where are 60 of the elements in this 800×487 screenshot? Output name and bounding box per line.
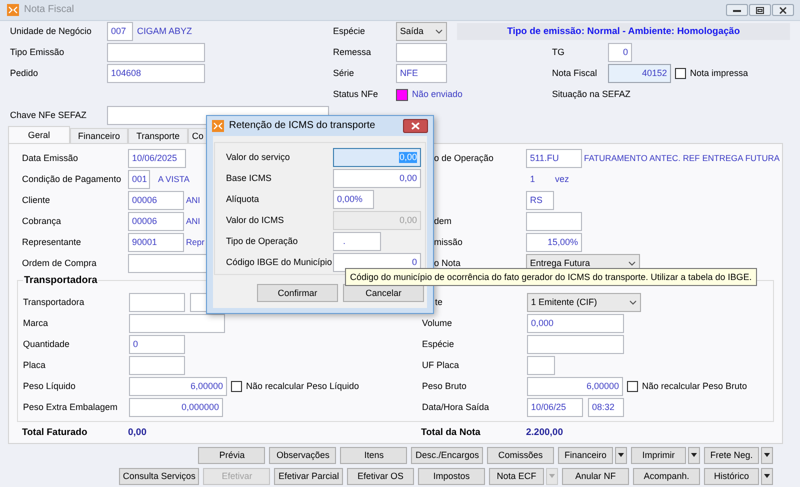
count-value: 1 (530, 174, 536, 185)
dialog-title: Retenção de ICMS do transporte (229, 120, 376, 132)
description-text: Repr (186, 237, 204, 248)
field-label: Volume (422, 318, 454, 329)
total-label: Total da Nota (421, 426, 482, 438)
field-label: UF Placa (422, 360, 460, 371)
tooltip: Código do município de ocorrência do fato gerador do ICMS do transporte. Utilizar a tabela do IBGE. (345, 268, 757, 286)
field-label: Pedido (10, 68, 40, 79)
group-title: Transportadora (23, 274, 98, 287)
field-label: TG (552, 47, 566, 58)
field-label: Unidade de Negócio (10, 26, 93, 37)
window-title: Nota Fiscal (24, 4, 74, 16)
checkbox-label: Não recalcular Peso Bruto (642, 380, 748, 392)
field-label: Quantidade (23, 338, 71, 350)
field-label: Tipo Emissão (10, 47, 66, 58)
unit-text: vez (555, 174, 570, 185)
field-label: Série (333, 68, 356, 79)
field-label: o Nota (433, 258, 462, 269)
field-label: Valor do ICMS (226, 215, 285, 226)
field-label: Tipo de Operação (226, 236, 299, 247)
field-label: Representante (22, 237, 82, 248)
field-label: Data/Hora Saída (422, 402, 490, 413)
field-label: Espécie (333, 26, 366, 37)
field-label: dem (433, 216, 453, 227)
total-value: 2.200,00 (526, 426, 563, 438)
field-label: o de Operação (433, 153, 495, 164)
field-label: Espécie (422, 338, 456, 350)
field-label: Peso Bruto (422, 380, 468, 392)
field-label: Transportadora (23, 296, 86, 308)
description-text: A VISTA (158, 174, 190, 185)
field-label: Cobrança (22, 216, 62, 227)
total-value: 0,00 (128, 426, 146, 438)
description-text: ANI (186, 195, 200, 206)
field-label: Valor do serviço (226, 152, 291, 163)
field-label: Data Emissão (22, 153, 80, 164)
field-label: Código IBGE do Município (226, 257, 333, 268)
checkbox-label: Não recalcular Peso Líquido (246, 380, 360, 392)
business-unit-name: CIGAM ABYZ (137, 26, 192, 37)
field-label: Cliente (22, 195, 52, 206)
field-label: Alíquota (226, 194, 260, 205)
emission-banner: Tipo de emissão: Normal - Ambiente: Homologação (457, 23, 790, 40)
total-label: Total Faturado (22, 426, 88, 438)
field-label: te (434, 296, 444, 308)
field-label: Chave NFe SEFAZ (10, 110, 88, 121)
field-label: Status NFe (333, 89, 380, 100)
field-label: Situação na SEFAZ (552, 89, 631, 100)
field-label: Nota Fiscal (552, 68, 598, 79)
status-text: Não enviado (412, 89, 463, 100)
field-label: Condição de Pagamento (22, 174, 122, 185)
field-label: Peso Líquido (23, 380, 77, 392)
checkbox-label: Nota impressa (690, 68, 748, 79)
description-text: ANI (186, 216, 200, 227)
field-label: Placa (23, 360, 47, 371)
description-text: FATURAMENTO ANTEC. REF ENTREGA FUTURA (584, 153, 780, 164)
field-label: Remessa (333, 47, 372, 58)
field-label: Peso Extra Embalagem (23, 402, 119, 413)
field-label: Marca (23, 318, 50, 329)
field-label: Base ICMS (226, 173, 273, 184)
field-label: Ordem de Compra (22, 258, 98, 269)
field-label: missão (433, 237, 464, 248)
